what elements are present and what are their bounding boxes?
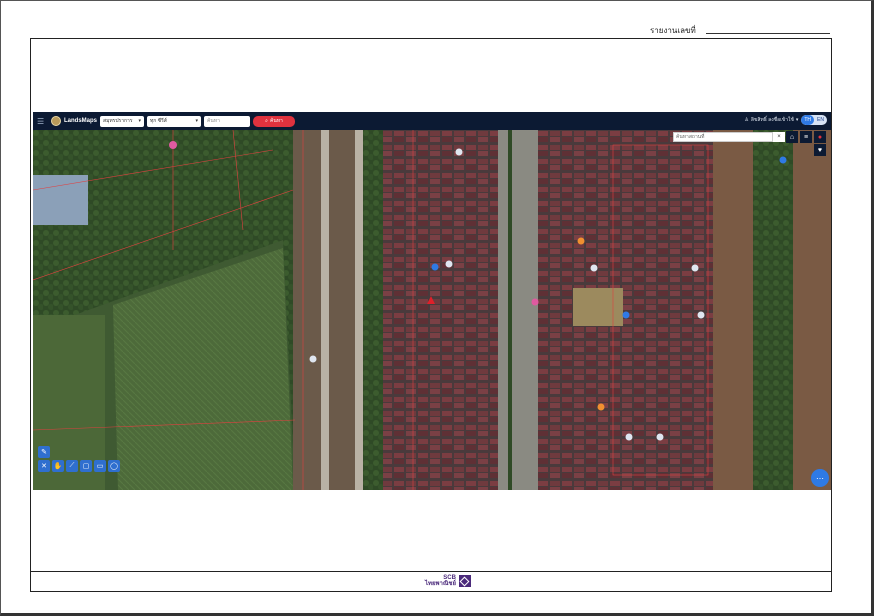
footer-rule [30,571,832,572]
lang-th[interactable]: TH [801,115,815,125]
map-housing-block [538,130,713,490]
lang-en[interactable]: EN [814,115,827,125]
scb-logo-icon [458,575,471,587]
pin-icon[interactable]: ● [814,131,826,143]
map-road-median [508,130,512,490]
map-place-search[interactable]: ค้นหาสถานที่ [673,132,773,142]
footer-logo: SCB ไทยพาณิชย์ [425,575,471,587]
search-button[interactable]: ⌕ ค้นหา [253,115,296,127]
chevron-down-icon: ▾ [138,118,142,124]
more-options-button[interactable]: ⋯ [811,469,829,487]
user-menu[interactable]: ♙ ลิขสิทธิ์ ลงชื่อเข้าใช้ ▾ [744,116,798,124]
map-main-road [498,130,538,490]
province-select[interactable]: สมุทรปราการ ▾ [100,115,145,127]
app-topbar: ☰ LandsMaps สมุทรปราการ ▾ ทุก ซีรีส์ ▾ ค… [33,112,831,130]
series-select[interactable]: ทุก ซีรีส์ ▾ [147,115,202,127]
map-tree-line [753,130,793,490]
language-toggle[interactable]: TH EN [801,115,827,125]
map-housing-block [383,130,498,490]
search-icon: ⌕ [265,118,268,124]
draw-toolbar-top: ✎ [38,446,50,458]
menu-icon[interactable]: ☰ [37,117,49,126]
map-road [321,130,329,490]
layers-icon[interactable]: ≡ [800,131,812,143]
satellite-map[interactable] [33,130,831,490]
home-icon[interactable]: ⌂ [786,131,798,143]
report-number-label: รายงานเลขที่ [650,26,696,35]
heart-icon[interactable]: ♥ [814,144,826,156]
circle-icon[interactable]: ◯ [108,460,120,472]
edit-icon[interactable]: ✎ [38,446,50,458]
topbar-right: ♙ ลิขสิทธิ์ ลงชื่อเข้าใช้ ▾ TH EN [744,115,827,125]
close-icon[interactable]: × [773,132,785,142]
brand-emblem-icon [51,116,61,126]
map-road [355,130,363,490]
ruler-icon[interactable]: ⟋ [66,460,78,472]
hand-icon[interactable]: ✋ [52,460,64,472]
map-park [573,288,623,326]
draw-toolbar: ✕ ✋ ⟋ ▢ ▭ ◯ [38,460,120,472]
brand-name: LandsMaps [64,118,98,124]
measure-icon[interactable]: ✕ [38,460,50,472]
footer-logo-text-thai: ไทยพาณิชย์ [425,581,456,587]
chevron-down-icon: ▾ [195,118,199,124]
search-input[interactable]: ค้นหา [204,115,251,127]
polygon-icon[interactable]: ▢ [80,460,92,472]
map-screenshot: ☰ LandsMaps สมุทรปราการ ▾ ทุก ซีรีส์ ▾ ค… [33,112,831,490]
report-number-line [706,33,830,34]
user-icon: ♙ [744,117,749,123]
chevron-down-icon: ▾ [795,117,799,123]
rectangle-icon[interactable]: ▭ [94,460,106,472]
app-logo[interactable]: LandsMaps [51,116,97,126]
